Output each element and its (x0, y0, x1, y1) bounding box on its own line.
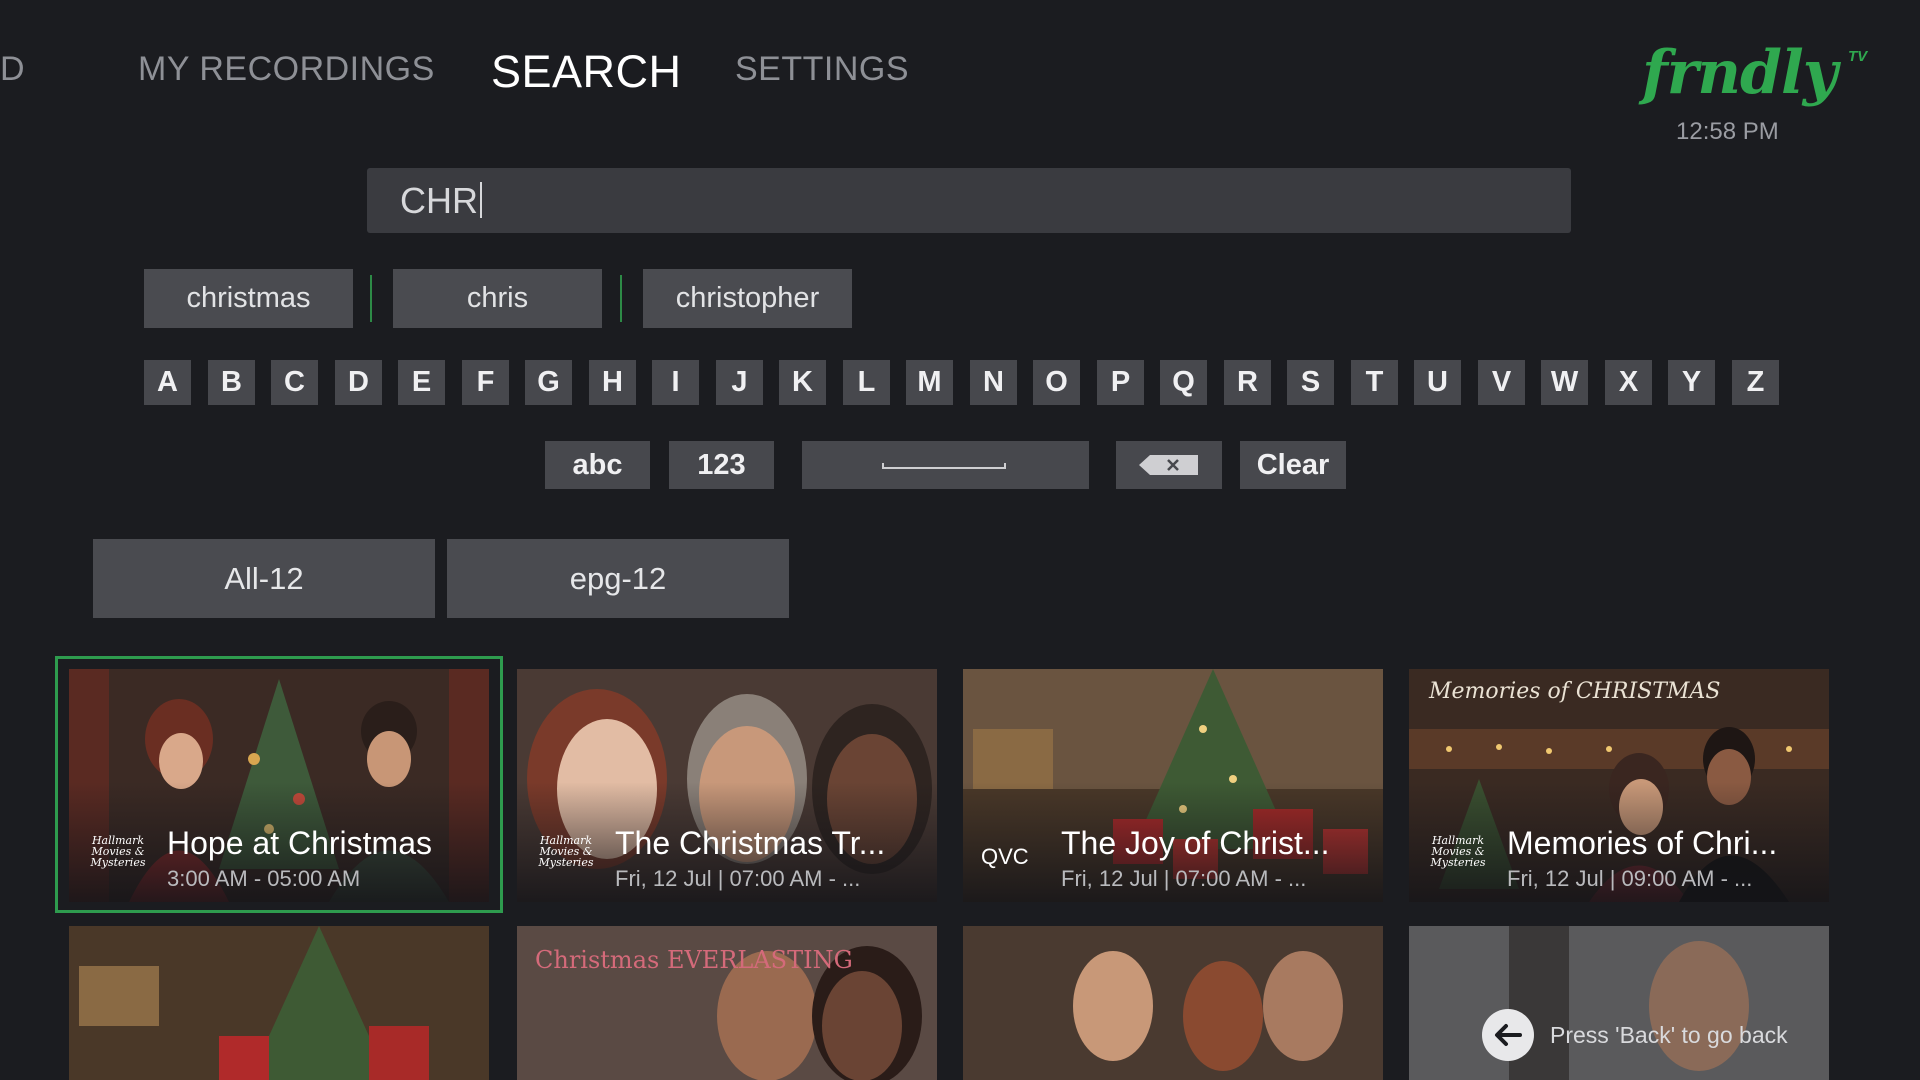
card-time: 3:00 AM - 05:00 AM (167, 866, 361, 891)
key-s[interactable]: S (1287, 360, 1334, 405)
suggestion-divider (620, 275, 622, 322)
key-m[interactable]: M (906, 360, 953, 405)
search-input[interactable]: CHR (367, 168, 1571, 233)
key-d[interactable]: D (335, 360, 382, 405)
key-h[interactable]: H (589, 360, 636, 405)
card-title: The Joy of Christ... (1061, 825, 1330, 861)
key-r[interactable]: R (1224, 360, 1271, 405)
card-title: Memories of Chri... (1507, 825, 1778, 861)
key-u[interactable]: U (1414, 360, 1461, 405)
suggestion-chris[interactable]: chris (393, 269, 602, 328)
key-j[interactable]: J (716, 360, 763, 405)
key-n[interactable]: N (970, 360, 1017, 405)
card-time: Fri, 12 Jul | 07:00 AM - ... (615, 866, 861, 891)
numeric-mode-key[interactable]: 123 (669, 441, 774, 489)
clear-key[interactable]: Clear (1240, 441, 1346, 489)
channel-logo: Hallmark Movies & Mysteries (90, 834, 146, 869)
nav-item-truncated[interactable]: D (0, 50, 25, 89)
result-card-row2-4[interactable] (1409, 926, 1829, 1080)
result-card-row2-1[interactable] (69, 926, 489, 1080)
key-l[interactable]: L (843, 360, 890, 405)
filter-tab-all[interactable]: All-12 (93, 539, 435, 618)
channel-logo: QVC (981, 844, 1029, 869)
key-t[interactable]: T (1351, 360, 1398, 405)
channel-logo: Hallmark Movies & Mysteries (1430, 834, 1486, 869)
card-time: Fri, 12 Jul | 07:00 AM - ... (1061, 866, 1307, 891)
result-card-row2-2[interactable]: Christmas EVERLASTING (517, 926, 937, 1080)
back-hint-text: Press 'Back' to go back (1550, 1022, 1788, 1048)
key-f[interactable]: F (462, 360, 509, 405)
space-key[interactable] (802, 441, 1089, 489)
search-query: CHR (400, 180, 482, 222)
key-z[interactable]: Z (1732, 360, 1779, 405)
nav-item-my-recordings[interactable]: MY RECORDINGS (138, 50, 435, 89)
key-p[interactable]: P (1097, 360, 1144, 405)
card-time: Fri, 12 Jul | 09:00 AM - ... (1507, 866, 1753, 891)
backspace-key[interactable] (1116, 441, 1222, 489)
poster-image (69, 926, 489, 1080)
nav-item-settings[interactable]: SETTINGS (735, 50, 909, 89)
key-y[interactable]: Y (1668, 360, 1715, 405)
suggestion-christopher[interactable]: christopher (643, 269, 852, 328)
search-query-text: CHR (400, 180, 478, 221)
key-e[interactable]: E (398, 360, 445, 405)
back-arrow-icon (1482, 1009, 1534, 1061)
key-c[interactable]: C (271, 360, 318, 405)
key-b[interactable]: B (208, 360, 255, 405)
suggestion-christmas[interactable]: christmas (144, 269, 353, 328)
clock: 12:58 PM (1676, 118, 1779, 145)
key-v[interactable]: V (1478, 360, 1525, 405)
poster-title-art: Memories of CHRISTMAS (1429, 679, 1721, 704)
key-k[interactable]: K (779, 360, 826, 405)
key-w[interactable]: W (1541, 360, 1588, 405)
poster-image (963, 926, 1383, 1080)
suggestion-divider (370, 275, 372, 322)
nav-item-search[interactable]: SEARCH (491, 46, 682, 98)
result-card-christmas-tr[interactable]: Hallmark Movies & Mysteries The Christma… (517, 669, 937, 902)
frndly-logo: frndly TV (1642, 38, 1867, 118)
channel-logo: Hallmark Movies & Mysteries (538, 834, 594, 869)
key-q[interactable]: Q (1160, 360, 1207, 405)
key-o[interactable]: O (1033, 360, 1080, 405)
logo-wordmark: frndly (1642, 38, 1838, 108)
logo-tv-suffix: TV (1848, 48, 1868, 65)
text-caret (480, 182, 482, 218)
key-i[interactable]: I (652, 360, 699, 405)
poster-title-art: Christmas EVERLASTING (535, 946, 853, 974)
key-g[interactable]: G (525, 360, 572, 405)
result-card-row2-3[interactable] (963, 926, 1383, 1080)
card-title: Hope at Christmas (167, 825, 432, 861)
space-bar-icon (882, 463, 1006, 469)
result-card-memories-of-chri[interactable]: Memories of CHRISTMAS Hallmark Movies & … (1409, 669, 1829, 902)
abc-mode-key[interactable]: abc (545, 441, 650, 489)
result-card-joy-of-christ[interactable]: QVC The Joy of Christ... Fri, 12 Jul | 0… (963, 669, 1383, 902)
backspace-icon (1139, 455, 1198, 475)
result-card-hope-at-christmas[interactable]: Hallmark Movies & Mysteries Hope at Chri… (69, 669, 489, 902)
filter-tab-epg[interactable]: epg-12 (447, 539, 789, 618)
key-a[interactable]: A (144, 360, 191, 405)
card-title: The Christmas Tr... (615, 825, 886, 861)
key-x[interactable]: X (1605, 360, 1652, 405)
poster-image (1409, 926, 1829, 1080)
